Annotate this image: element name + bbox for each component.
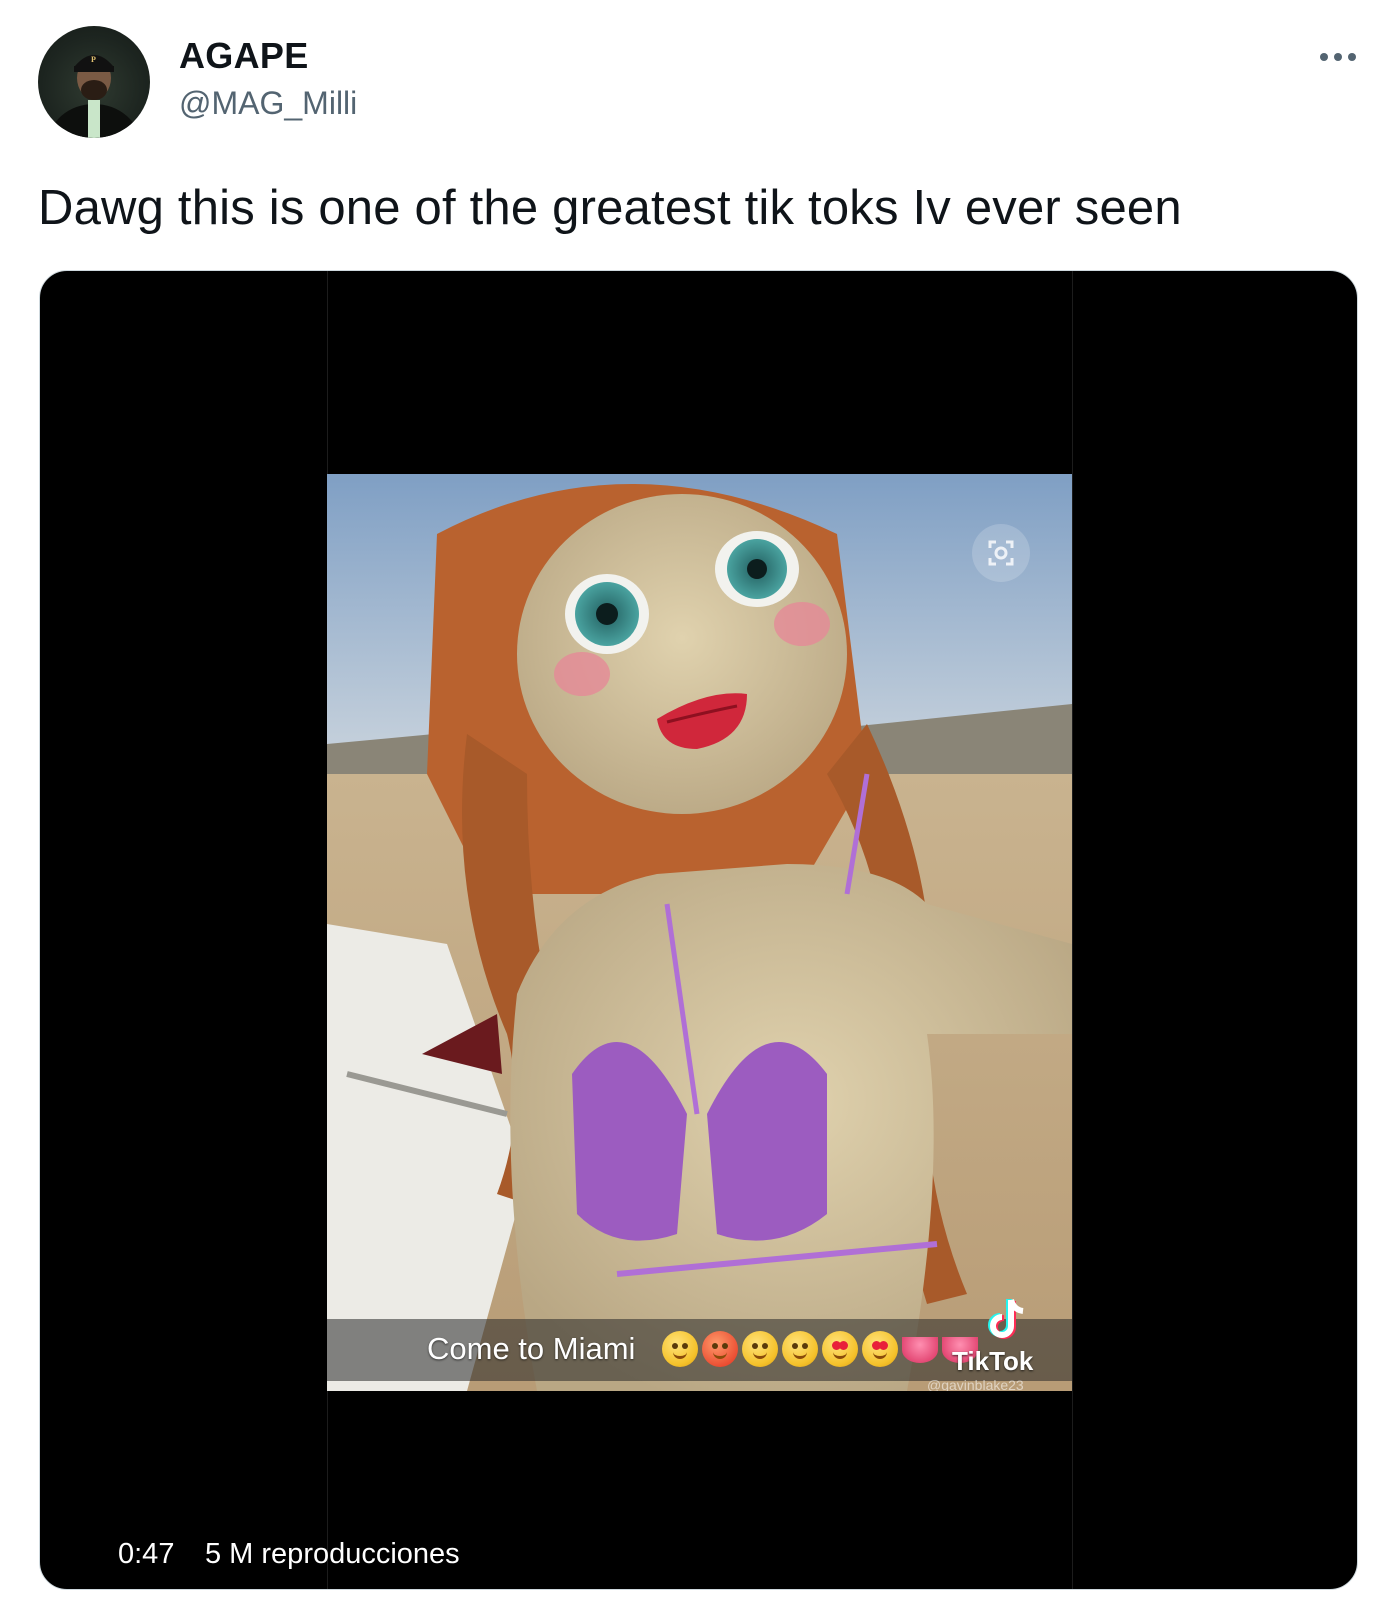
video-thumbnail: [327, 474, 1072, 1391]
avatar[interactable]: P: [38, 26, 150, 138]
lips-icon: [902, 1337, 938, 1363]
video-player[interactable]: Come to Miami TikTok @gavinblake23 0:47 …: [39, 270, 1358, 1590]
svg-text:P: P: [91, 55, 96, 64]
heart-eyes-icon: [822, 1331, 858, 1367]
heart-eyes-icon: [862, 1331, 898, 1367]
tiktok-wordmark: TikTok: [952, 1346, 1034, 1376]
tiktok-username: @gavinblake23: [927, 1377, 1024, 1391]
caption-emoji-row: [662, 1331, 978, 1367]
author-handle[interactable]: @MAG_Milli: [179, 84, 357, 122]
tweet-text: Dawg this is one of the greatest tik tok…: [38, 181, 1182, 235]
tiktok-logo-icon: [987, 1296, 1031, 1342]
letterbox-edge: [1072, 271, 1073, 1589]
tweet-card: P AGAPE @MAG_Milli Dawg this is one of t…: [0, 0, 1400, 1619]
user-avatar-image: P: [48, 55, 140, 138]
video-view-count: 5 M reproducciones: [205, 1538, 460, 1570]
video-caption: Come to Miami: [427, 1331, 636, 1366]
relieved-face-icon: [742, 1331, 778, 1367]
smiling-face-with-hearts-icon: [782, 1331, 818, 1367]
author-display-name[interactable]: AGAPE: [179, 34, 309, 77]
more-options-icon[interactable]: [1318, 46, 1358, 68]
video-duration: 0:47: [118, 1538, 175, 1570]
video-frame: Come to Miami TikTok @gavinblake23: [327, 474, 1072, 1391]
scan-icon: [972, 524, 1030, 582]
weary-face-icon: [662, 1331, 698, 1367]
hot-face-icon: [702, 1331, 738, 1367]
